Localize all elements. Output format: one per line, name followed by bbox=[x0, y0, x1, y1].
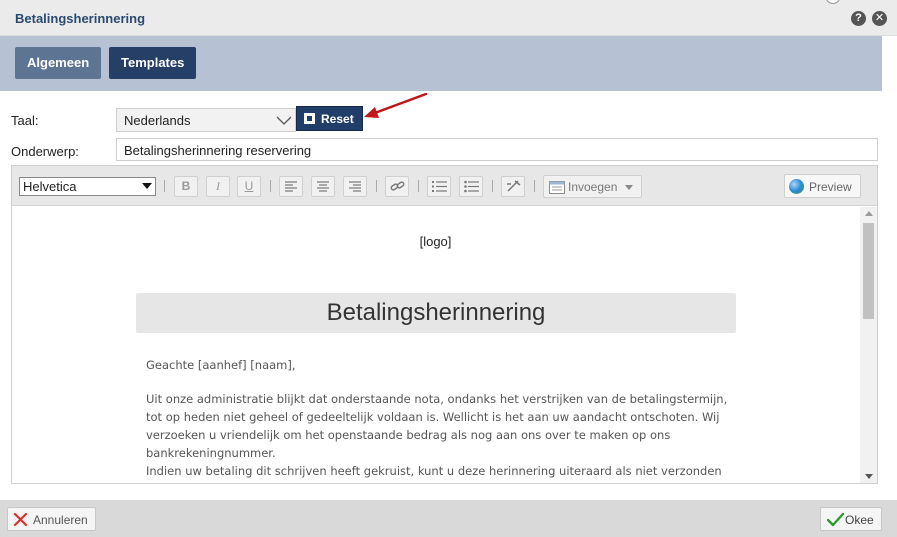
toolbar-separator bbox=[418, 180, 419, 192]
align-right-icon bbox=[349, 181, 361, 192]
language-select[interactable]: Nederlands bbox=[116, 108, 296, 132]
logo-placeholder: [logo] bbox=[419, 234, 452, 249]
editor-content[interactable]: [logo] Betalingsherinnering Geachte [aan… bbox=[12, 207, 859, 483]
ordered-list-button[interactable] bbox=[427, 176, 451, 197]
editor-toolbar: Helvetica B I U Invoegen Preview bbox=[12, 166, 877, 206]
greeting-paragraph: Geachte [aanhef] [naam], bbox=[146, 358, 296, 372]
toolbar-separator bbox=[376, 180, 377, 192]
align-center-button[interactable] bbox=[311, 176, 335, 197]
cancel-button[interactable]: Annuleren bbox=[7, 507, 96, 531]
close-icon[interactable]: ✕ bbox=[872, 11, 887, 26]
help-icon[interactable]: ? bbox=[851, 11, 866, 26]
tab-templates[interactable]: Templates bbox=[109, 47, 196, 79]
ordered-list-icon bbox=[432, 181, 447, 192]
subject-label: Onderwerp: bbox=[11, 144, 79, 159]
insert-link-button[interactable] bbox=[385, 176, 409, 197]
globe-icon bbox=[789, 179, 804, 194]
reset-icon bbox=[304, 113, 315, 124]
clear-format-button[interactable] bbox=[501, 176, 525, 197]
align-left-button[interactable] bbox=[279, 176, 303, 197]
preview-button-label: Preview bbox=[809, 180, 852, 194]
bold-button[interactable]: B bbox=[174, 176, 198, 197]
insert-dropdown[interactable]: Invoegen bbox=[543, 175, 642, 198]
preview-button[interactable]: Preview bbox=[784, 174, 861, 198]
insert-dropdown-label: Invoegen bbox=[568, 180, 618, 194]
toolbar-separator bbox=[534, 180, 535, 192]
scroll-down-icon[interactable] bbox=[865, 474, 873, 479]
align-right-button[interactable] bbox=[343, 176, 367, 197]
language-label: Taal: bbox=[11, 113, 39, 128]
chevron-down-icon bbox=[276, 116, 292, 125]
tab-bar: Algemeen Templates bbox=[0, 36, 882, 91]
close-icon bbox=[13, 512, 28, 527]
reset-button[interactable]: Reset bbox=[296, 106, 363, 131]
scroll-thumb[interactable] bbox=[863, 223, 874, 319]
body-paragraph: Uit onze administratie blijkt dat onders… bbox=[146, 392, 728, 460]
document-heading: Betalingsherinnering bbox=[136, 293, 736, 333]
subject-input[interactable]: Betalingsherinnering reservering bbox=[116, 138, 878, 161]
ok-button[interactable]: Okee bbox=[820, 507, 882, 531]
vertical-scrollbar[interactable] bbox=[860, 207, 877, 483]
rich-text-editor: Helvetica B I U Invoegen Preview [logo] … bbox=[11, 165, 878, 484]
bullet-list-icon bbox=[464, 180, 479, 193]
align-left-icon bbox=[285, 181, 297, 192]
font-family-select[interactable]: Helvetica bbox=[19, 177, 156, 196]
caret-down-icon bbox=[625, 185, 633, 190]
checkmark-icon bbox=[827, 512, 844, 527]
underline-button[interactable]: U bbox=[237, 176, 261, 197]
cancel-button-label: Annuleren bbox=[33, 513, 88, 527]
dialog-title: Betalingsherinnering bbox=[15, 11, 146, 26]
ok-button-label: Okee bbox=[845, 513, 874, 527]
insert-field-icon bbox=[549, 181, 565, 194]
annotation-arrow bbox=[364, 92, 428, 118]
body-paragraph: Indien uw betaling dit schrijven heeft g… bbox=[146, 464, 722, 478]
window-edge-ring bbox=[826, 0, 840, 4]
toolbar-separator bbox=[270, 180, 271, 192]
scroll-up-icon[interactable] bbox=[865, 211, 873, 216]
italic-button[interactable]: I bbox=[206, 176, 230, 197]
toolbar-separator bbox=[164, 180, 165, 192]
align-center-icon bbox=[317, 181, 329, 192]
bullet-list-button[interactable] bbox=[459, 176, 483, 197]
dialog-footer bbox=[0, 500, 897, 537]
reset-button-label: Reset bbox=[321, 112, 354, 126]
toolbar-separator bbox=[492, 180, 493, 192]
link-icon bbox=[390, 181, 405, 191]
dialog-titlebar: Betalingsherinnering ? ✕ bbox=[0, 0, 897, 36]
caret-down-icon bbox=[142, 183, 152, 189]
font-family-value: Helvetica bbox=[23, 179, 77, 194]
subject-value: Betalingsherinnering reservering bbox=[124, 143, 312, 158]
language-value: Nederlands bbox=[124, 113, 191, 128]
tab-algemeen[interactable]: Algemeen bbox=[15, 47, 101, 79]
eraser-icon bbox=[507, 180, 521, 192]
